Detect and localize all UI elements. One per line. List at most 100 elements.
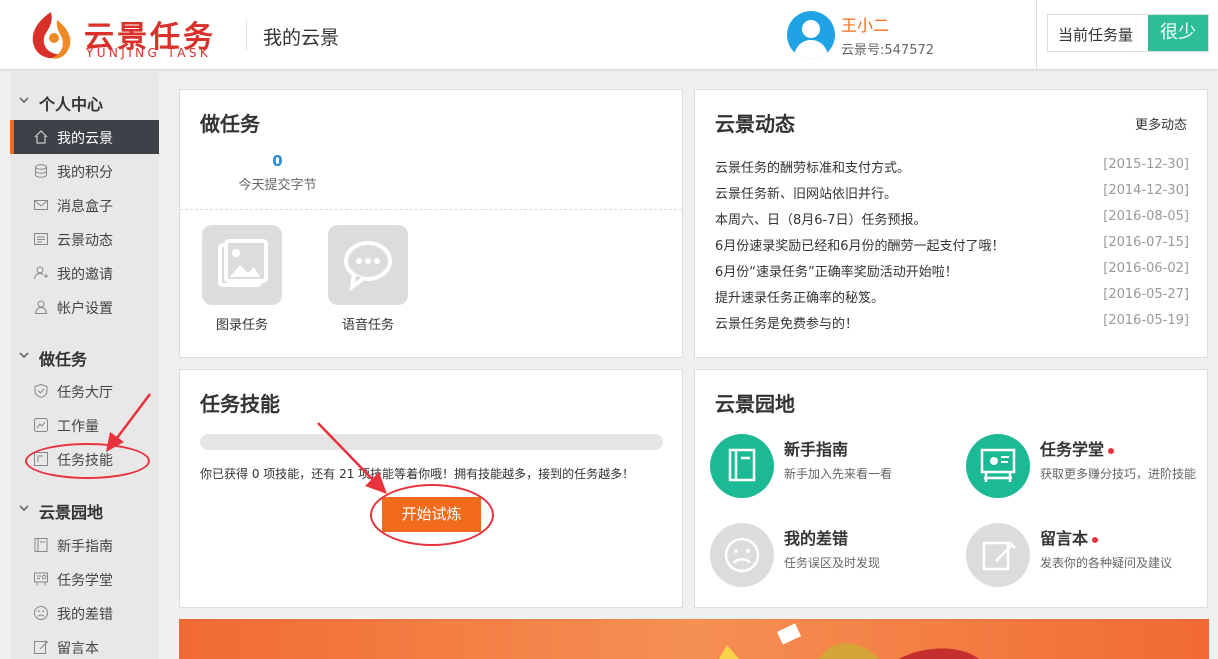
sidebar-section-garden[interactable]: 云景园地 — [10, 495, 159, 525]
news-item[interactable]: 6月份“速录任务”正确率奖励活动开始啦！ [2016-06-02] — [715, 261, 1189, 287]
news-card: 云景动态 更多动态 云景任务的酬劳标准和支付方式。 [2015-12-30] 云景… — [694, 89, 1208, 358]
submitted-bytes-value: 0 — [272, 152, 283, 170]
user-icon — [34, 300, 48, 314]
news-item[interactable]: 本周六、日（8月6-7日）任务预报。 [2016-08-05] — [715, 209, 1189, 235]
garden-item-desc: 获取更多赚分技巧，进阶技能 — [1040, 467, 1197, 481]
garden-card: 云景园地 新手指南 新手加入先来看一看 任务学堂 获取更多赚分技巧，进阶技能 我… — [694, 369, 1208, 608]
book-icon — [34, 538, 48, 552]
chevron-down-icon — [19, 505, 29, 512]
garden-item-desc: 任务误区及时发现 — [784, 556, 881, 570]
chevron-down-icon — [19, 97, 29, 104]
news-date: [2015-12-30] — [1103, 157, 1189, 172]
news-item[interactable]: 提升速录任务正确率的秘笈。 [2016-05-27] — [715, 287, 1189, 313]
sidebar-item-label: 消息盒子 — [57, 199, 113, 215]
sidebar-item-my-errors[interactable]: 我的差错 — [10, 596, 159, 630]
annotation-arrow-icon — [317, 422, 387, 494]
news-title[interactable]: 本周六、日（8月6-7日）任务预报。 — [715, 209, 927, 228]
more-news-link[interactable]: 更多动态 — [1135, 114, 1187, 133]
page-title: 我的云景 — [263, 27, 340, 49]
book-icon — [728, 448, 756, 482]
news-icon — [34, 233, 48, 245]
garden-item-my-errors[interactable]: 我的差错 任务误区及时发现 — [710, 523, 950, 593]
news-title[interactable]: 云景任务是免费参与的！ — [715, 313, 858, 332]
submitted-bytes-label: 今天提交字节 — [238, 178, 317, 193]
new-dot-badge — [1108, 447, 1115, 454]
sidebar-item-task-school[interactable]: 任务学堂 — [10, 562, 159, 596]
news-title[interactable]: 6月份速录奖励已经和6月份的酬劳一起支付了哦！ — [715, 235, 1005, 254]
chat-icon — [344, 241, 392, 292]
garden-icon-circle — [966, 434, 1030, 498]
garden-icon-circle — [966, 523, 1030, 587]
news-title[interactable]: 提升速录任务正确率的秘笈。 — [715, 287, 884, 306]
annotation-ellipse — [25, 443, 150, 479]
news-item[interactable]: 云景任务是免费参与的！ [2016-05-19] — [715, 313, 1189, 339]
dashed-divider — [180, 209, 682, 210]
voice-task-label[interactable]: 语音任务 — [318, 314, 418, 333]
image-task-label[interactable]: 图录任务 — [192, 314, 292, 333]
mail-icon — [34, 200, 48, 210]
sidebar-section-label: 做任务 — [39, 350, 88, 369]
news-item[interactable]: 6月份速录奖励已经和6月份的酬劳一起支付了哦！ [2016-07-15] — [715, 235, 1189, 261]
news-date: [2016-08-05] — [1103, 209, 1189, 224]
task-amount-box: 当前任务量 很少 — [1036, 0, 1218, 70]
sidebar-item-my-points[interactable]: 我的积分 — [10, 154, 159, 188]
edit-icon — [34, 640, 49, 654]
header: 云景任务 YUNJING TASK 我的云景 王小二 云景号:547572 当前… — [0, 0, 1218, 70]
shield-icon — [34, 383, 48, 399]
header-divider — [246, 20, 247, 50]
sidebar-item-account-settings[interactable]: 帐户设置 — [10, 290, 159, 324]
card-title: 云景园地 — [715, 392, 795, 416]
news-title[interactable]: 云景任务新、旧网站依旧并行。 — [715, 183, 897, 202]
sidebar-item-guestbook[interactable]: 留言本 — [10, 630, 159, 659]
garden-item-guestbook[interactable]: 留言本 发表你的各种疑问及建议 — [966, 523, 1206, 593]
garden-item-desc: 新手加入先来看一看 — [784, 467, 893, 481]
avatar[interactable] — [787, 11, 835, 59]
sidebar-item-label: 帐户设置 — [57, 301, 113, 317]
sidebar-item-news[interactable]: 云景动态 — [10, 222, 159, 256]
board-icon — [980, 448, 1016, 482]
sidebar-item-my-invites[interactable]: 我的邀请 — [10, 256, 159, 290]
garden-item-title: 新手指南 — [784, 440, 849, 459]
sad-face-icon — [724, 537, 760, 573]
task-amount-badge: 很少 — [1148, 15, 1208, 51]
sidebar-item-beginner-guide[interactable]: 新手指南 — [10, 528, 159, 562]
news-item[interactable]: 云景任务新、旧网站依旧并行。 [2014-12-30] — [715, 183, 1189, 209]
sidebar-item-label: 新手指南 — [57, 539, 113, 555]
logo[interactable]: 云景任务 YUNJING TASK — [24, 8, 234, 62]
garden-item-task-school[interactable]: 任务学堂 获取更多赚分技巧，进阶技能 — [966, 434, 1206, 504]
do-task-card: 做任务 0 今天提交字节 图录任务 语音任务 — [179, 89, 683, 358]
chevron-down-icon — [19, 352, 29, 359]
image-task-tile[interactable] — [202, 225, 282, 305]
news-title[interactable]: 6月份“速录任务”正确率奖励活动开始啦！ — [715, 261, 958, 280]
garden-item-title: 任务学堂 — [1040, 436, 1115, 460]
card-title: 任务技能 — [200, 392, 280, 416]
sidebar-item-message-box[interactable]: 消息盒子 — [10, 188, 159, 222]
news-date: [2016-05-27] — [1103, 287, 1189, 302]
news-title[interactable]: 云景任务的酬劳标准和支付方式。 — [715, 157, 910, 176]
flame-logo-icon — [32, 12, 71, 59]
chart-icon — [34, 418, 48, 432]
news-date: [2016-05-19] — [1103, 313, 1189, 328]
sidebar-item-label: 任务学堂 — [57, 573, 113, 589]
news-date: [2016-06-02] — [1103, 261, 1189, 276]
news-item[interactable]: 云景任务的酬劳标准和支付方式。 [2015-12-30] — [715, 157, 1189, 183]
sidebar-section-personal[interactable]: 个人中心 — [10, 87, 159, 117]
skills-description: 你已获得 0 项技能，还有 21 项技能等着你哦！拥有技能越多，接到的任务越多！ — [200, 467, 635, 481]
image-icon — [218, 239, 268, 287]
home-icon — [34, 130, 48, 144]
voice-task-tile[interactable] — [328, 225, 408, 305]
sidebar-item-my-yunjing[interactable]: 我的云景 — [10, 120, 159, 154]
sidebar-item-label: 我的积分 — [57, 165, 113, 181]
garden-icon-circle — [710, 523, 774, 587]
news-date: [2014-12-30] — [1103, 183, 1189, 198]
promo-banner[interactable] — [179, 619, 1209, 659]
user-name[interactable]: 王小二 — [841, 12, 889, 36]
garden-item-title: 我的差错 — [784, 529, 849, 548]
sidebar-section-label: 云景园地 — [39, 503, 104, 522]
coins-icon — [35, 164, 47, 178]
sidebar-section-do-task[interactable]: 做任务 — [10, 342, 159, 372]
garden-item-beginner-guide[interactable]: 新手指南 新手加入先来看一看 — [710, 434, 950, 504]
user-silhouette-icon — [793, 20, 829, 59]
sidebar: 个人中心 我的云景 我的积分 消息盒子 云景动态 我的邀请 帐户设置 做任务 任… — [10, 70, 159, 659]
edit-icon — [982, 541, 1016, 571]
